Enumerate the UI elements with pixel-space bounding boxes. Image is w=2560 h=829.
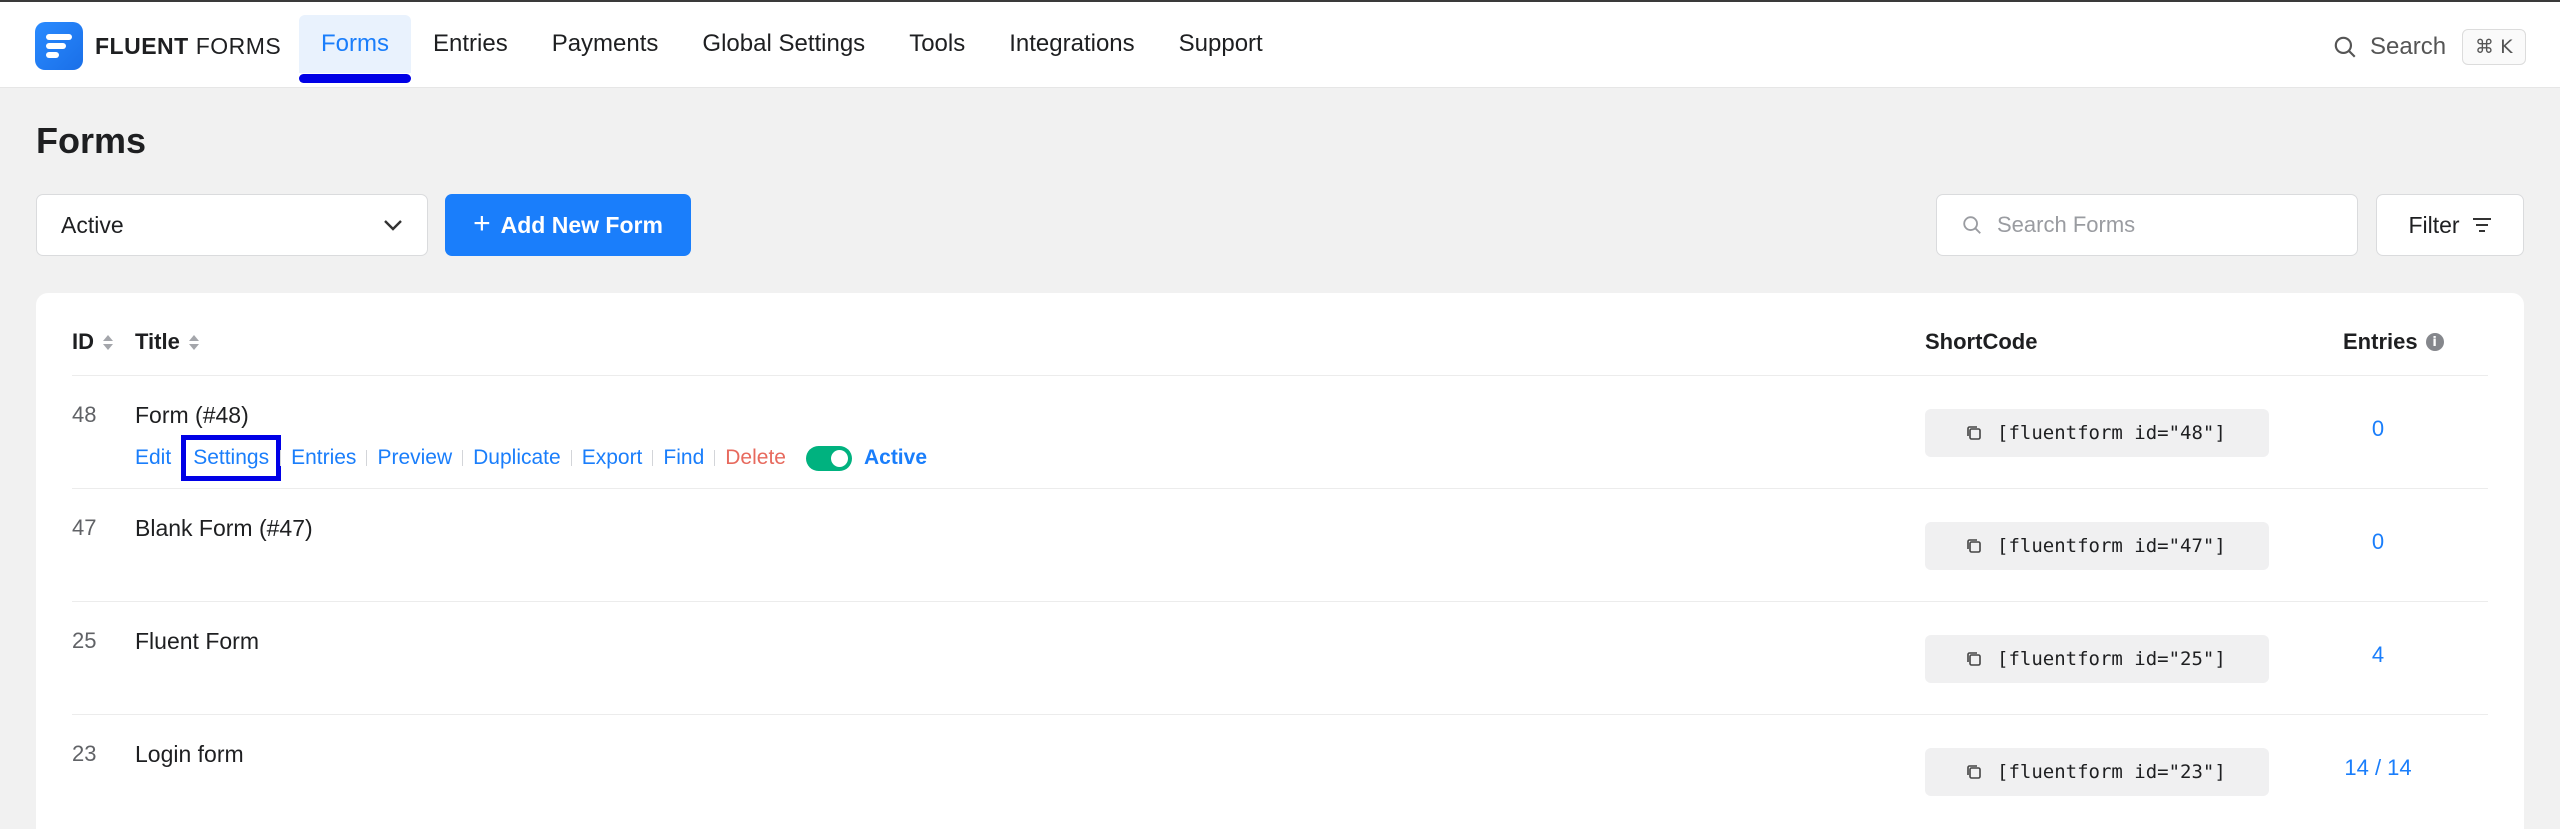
copy-icon [1967,652,1981,666]
column-header-label: ID [72,329,94,354]
column-header-label: Title [135,329,180,354]
preview-link[interactable]: Preview [377,446,452,470]
nav-item-global-settings[interactable]: Global Settings [680,15,887,73]
form-status-label: Active [863,446,927,469]
entries-count-link[interactable]: 14 / 14 [2318,755,2438,781]
shortcode-text: [fluentform id="48"] [1997,422,2226,444]
column-header-label: Entries [2343,329,2418,354]
active-nav-indicator [299,74,411,83]
nav-item-label: Integrations [1009,30,1135,57]
keyboard-shortcut-badge: ⌘ K [2462,29,2526,65]
copy-icon [1967,765,1981,779]
export-link[interactable]: Export [582,446,643,470]
form-title[interactable]: Blank Form (#47) [135,515,313,542]
status-filter-select[interactable]: Active [36,194,428,256]
sort-icon [103,334,113,350]
form-id: 47 [72,515,97,540]
form-id: 25 [72,628,97,653]
chevron-down-icon [384,220,402,231]
action-separator [714,450,716,466]
filter-lines-icon [2472,218,2491,232]
table-row: 23 Login form [fluentform id="23"] 14 / … [72,714,2488,827]
search-icon [2334,36,2356,58]
shortcode-text: [fluentform id="25"] [1997,648,2226,670]
shortcode-copy-button[interactable]: [fluentform id="23"] [1925,748,2269,796]
shortcode-copy-button[interactable]: [fluentform id="25"] [1925,635,2269,683]
column-header-title[interactable]: Title [135,329,199,355]
table-row: 48 Form (#48) Edit Settings Entries Prev… [72,375,2488,488]
plus-icon: + [473,206,491,240]
nav-item-label: Support [1178,30,1263,57]
row-actions: Edit Settings Entries Preview Duplicate … [135,435,927,481]
form-status-toggle[interactable] [805,445,852,471]
search-icon [1963,216,1981,234]
filter-label: Filter [2408,211,2460,238]
global-search-button[interactable]: Search ⌘ K [2332,28,2526,66]
table-row: 47 Blank Form (#47) [fluentform id="47"]… [72,488,2488,601]
duplicate-link[interactable]: Duplicate [473,446,561,470]
nav-item-entries[interactable]: Entries [411,15,530,73]
form-title[interactable]: Fluent Form [135,628,259,655]
nav-item-forms[interactable]: Forms [299,15,411,83]
add-new-form-button[interactable]: + Add New Form [445,194,691,256]
entries-count-link[interactable]: 0 [2318,416,2438,442]
page-title: Forms [36,120,147,161]
delete-link[interactable]: Delete [725,446,786,470]
brand-name-bold: FLUENT [95,32,189,59]
column-header-id[interactable]: ID [72,329,113,355]
column-header-label: ShortCode [1925,329,2038,354]
column-header-entries: Entries i [2343,329,2444,355]
action-separator [570,450,572,466]
nav-item-support[interactable]: Support [1157,15,1285,73]
column-header-shortcode: ShortCode [1925,329,2037,355]
find-link[interactable]: Find [663,446,704,470]
entries-count-link[interactable]: 4 [2318,642,2438,668]
form-title[interactable]: Form (#48) [135,402,249,429]
action-separator [652,450,654,466]
filter-button[interactable]: Filter [2376,194,2524,256]
copy-icon [1967,426,1981,440]
add-new-form-label: Add New Form [500,211,663,238]
nav-item-label: Tools [909,30,966,57]
entries-link[interactable]: Entries [291,446,356,470]
shortcode-text: [fluentform id="23"] [1997,761,2226,783]
nav-item-tools[interactable]: Tools [887,15,987,73]
search-forms-input[interactable] [1997,212,2327,238]
nav-item-label: Entries [433,30,508,57]
action-separator [366,450,368,466]
shortcode-copy-button[interactable]: [fluentform id="48"] [1925,409,2269,457]
action-separator [462,450,464,466]
brand-logo[interactable]: FLUENT FORMS [35,22,281,70]
nav-item-label: Forms [321,30,389,57]
brand-name: FLUENT FORMS [95,33,281,60]
search-forms-box [1936,194,2358,256]
nav-item-label: Global Settings [702,30,866,57]
table-row: 25 Fluent Form [fluentform id="25"] 4 [72,601,2488,714]
nav-item-integrations[interactable]: Integrations [987,15,1156,73]
form-title[interactable]: Login form [135,741,244,768]
action-separator [181,450,183,466]
nav-item-payments[interactable]: Payments [530,15,681,73]
edit-link[interactable]: Edit [135,446,171,470]
copy-icon [1967,539,1981,553]
forms-table: ID Title ShortCode Entries i 48 Form (#4… [36,293,2524,829]
action-separator [280,450,282,466]
entries-count-link[interactable]: 0 [2318,529,2438,555]
form-id: 23 [72,741,97,766]
shortcode-copy-button[interactable]: [fluentform id="47"] [1925,522,2269,570]
info-icon[interactable]: i [2425,333,2444,351]
sort-icon [188,334,199,350]
shortcode-text: [fluentform id="47"] [1997,535,2226,557]
nav-item-label: Payments [551,30,659,57]
form-id: 48 [72,402,97,427]
search-label: Search [2370,33,2447,60]
main-nav: Forms Entries Payments Global Settings T… [299,15,1285,83]
brand-name-light: FORMS [195,32,282,59]
settings-link[interactable]: Settings [181,435,282,481]
fluent-forms-logo-icon [35,22,83,70]
top-header: FLUENT FORMS Forms Entries Payments Glob… [0,2,2560,88]
status-filter-value: Active [61,211,124,238]
